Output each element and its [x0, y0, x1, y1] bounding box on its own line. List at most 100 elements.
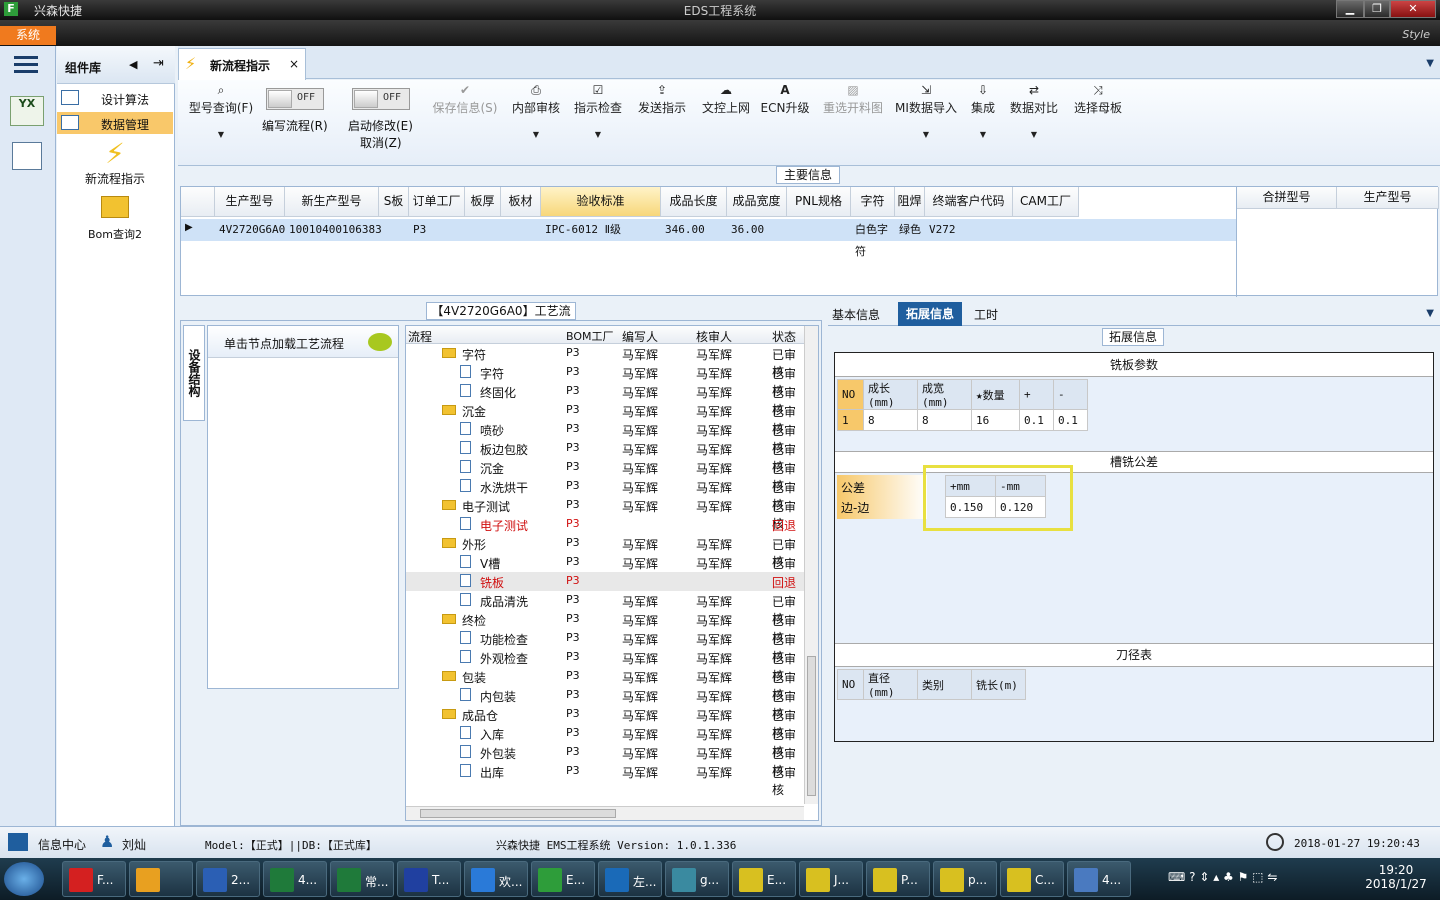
- hamburger-icon[interactable]: [14, 56, 38, 74]
- start-button[interactable]: [4, 862, 44, 896]
- tree-row[interactable]: 外形 P3 马军辉 马军辉 已审核: [406, 534, 806, 569]
- tree-row[interactable]: 沉金 P3 马军辉 马军辉 已审核: [406, 458, 806, 493]
- maximize-button[interactable]: ❐: [1364, 0, 1390, 18]
- main-cell-4[interactable]: [465, 219, 501, 241]
- tab-list-dropdown-icon[interactable]: ▼: [1426, 58, 1434, 69]
- start-edit-toggle[interactable]: OFF: [352, 88, 410, 110]
- main-col-6[interactable]: 验收标准: [541, 187, 661, 217]
- tree-row[interactable]: 电子测试 P3 回退: [406, 515, 806, 534]
- main-col-7[interactable]: 成品长度: [661, 187, 727, 217]
- library-new-flow[interactable]: ⚡ 新流程指示: [57, 138, 173, 188]
- main-col-10[interactable]: 字符: [851, 187, 895, 217]
- mill-cell[interactable]: 8: [917, 409, 972, 431]
- main-cell-0[interactable]: 4V2720G6A0: [215, 219, 285, 241]
- tree-row[interactable]: 沉金 P3 马军辉 马军辉 已审核: [406, 401, 806, 436]
- doc-control-online-button[interactable]: ☁ 文控上网: [698, 80, 754, 166]
- device-structure-tab[interactable]: 设备结构: [183, 325, 205, 421]
- tree-row[interactable]: 成品清洗 P3 马军辉 马军辉 已审核: [406, 591, 806, 626]
- ecn-upgrade-button[interactable]: A ECN升级: [760, 80, 810, 166]
- minimize-button[interactable]: ▁: [1336, 0, 1364, 18]
- taskbar-item[interactable]: g...: [665, 861, 729, 897]
- tree-row[interactable]: 内包装 P3 马军辉 马军辉 已审核: [406, 686, 806, 721]
- taskbar-item[interactable]: F...: [62, 861, 126, 897]
- mill-cell[interactable]: 0.1: [1053, 409, 1088, 431]
- tree-row[interactable]: V槽P3马军辉马军辉已审核: [406, 553, 806, 588]
- tree-row[interactable]: 终检 P3 马军辉 马军辉 已审核: [406, 610, 806, 645]
- tree-row[interactable]: 功能检查 P3 马军辉 马军辉 已审核: [406, 629, 806, 664]
- col-status[interactable]: 状态: [772, 328, 796, 345]
- mill-cell[interactable]: 0.1: [1019, 409, 1054, 431]
- mi-import-button[interactable]: ⇲ MI数据导入 ▼: [892, 80, 960, 166]
- tree-row[interactable]: 板边包胶 P3 马军辉 马军辉 已审核: [406, 439, 806, 474]
- integrate-button[interactable]: ⇩ 集成 ▼: [966, 80, 1000, 166]
- main-cell-6[interactable]: IPC-6012 Ⅱ级: [541, 219, 661, 241]
- tree-row[interactable]: 包装 P3 马军辉 马军辉 已审核: [406, 667, 806, 702]
- main-cell-8[interactable]: 36.00: [727, 219, 787, 241]
- main-cell-2[interactable]: [379, 219, 409, 241]
- taskbar-item[interactable]: 左...: [598, 861, 662, 897]
- main-cell-10[interactable]: 白色字符: [851, 219, 895, 258]
- grid-apps-icon[interactable]: [8, 833, 28, 851]
- tree-row[interactable]: 电子测试 P3 马军辉 马军辉 已审核: [406, 496, 806, 531]
- detail-dropdown-icon[interactable]: ▼: [1426, 308, 1434, 319]
- taskbar-item[interactable]: E...: [531, 861, 595, 897]
- col-flow[interactable]: 流程: [408, 328, 432, 345]
- main-col-4[interactable]: 板厚: [465, 187, 501, 217]
- main-col-13[interactable]: CAM工厂: [1013, 187, 1079, 217]
- main-col-0[interactable]: 生产型号: [215, 187, 285, 217]
- col-bom-factory[interactable]: BOM工厂: [566, 328, 614, 344]
- taskbar-item[interactable]: 4...: [263, 861, 327, 897]
- main-cell-5[interactable]: [501, 219, 541, 241]
- cancel-edit-button[interactable]: 取消(Z): [360, 134, 402, 151]
- main-col-2[interactable]: S板: [379, 187, 409, 217]
- tree-row[interactable]: 终固化 P3 马军辉 马军辉 已审核: [406, 382, 806, 417]
- taskbar-item[interactable]: J...: [799, 861, 863, 897]
- yx-module-icon[interactable]: YX: [10, 96, 44, 126]
- taskbar-item[interactable]: 4...: [1067, 861, 1131, 897]
- horizontal-scrollbar[interactable]: [406, 806, 804, 820]
- collapse-left-icon[interactable]: ◀: [129, 58, 137, 71]
- system-menu[interactable]: 系统: [0, 26, 56, 45]
- main-cell-1[interactable]: 10010400106383: [285, 219, 382, 241]
- tab-work-hours[interactable]: 工时: [974, 306, 998, 323]
- main-info-row[interactable]: ▶ 4V2720G6A0 10010400106383 P3 IPC-6012 Ⅱ级 3…: [181, 219, 1236, 258]
- tree-row[interactable]: 字符 P3 马军辉 马军辉 已审核: [406, 363, 806, 398]
- taskbar-item[interactable]: T...: [397, 861, 461, 897]
- pin-icon[interactable]: ⇥: [153, 56, 164, 71]
- tree-row[interactable]: 喷砂 P3 马军辉 马军辉 已审核: [406, 420, 806, 455]
- main-cell-7[interactable]: 346.00: [661, 219, 727, 241]
- taskbar-item[interactable]: p...: [933, 861, 997, 897]
- main-col-8[interactable]: 成品宽度: [727, 187, 787, 217]
- close-window-button[interactable]: ✕: [1390, 0, 1436, 18]
- main-cell-12[interactable]: V272: [925, 219, 1013, 241]
- taskbar-item[interactable]: 常...: [330, 861, 394, 897]
- mill-cell[interactable]: 8: [863, 409, 918, 431]
- send-instruction-button[interactable]: ⇪ 发送指示: [634, 80, 690, 166]
- internal-review-button[interactable]: ⎙ 内部审核 ▼: [508, 80, 564, 166]
- mill-cell[interactable]: 1: [837, 409, 864, 431]
- taskbar-item[interactable]: 欢...: [464, 861, 528, 897]
- model-query-button[interactable]: ⌕ 型号查询(F) ▼: [182, 80, 260, 166]
- tree-row[interactable]: 水洗烘干 P3 马军辉 马军辉 已审核: [406, 477, 806, 512]
- tree-row[interactable]: 成品仓 P3 马军辉 马军辉 已审核: [406, 705, 806, 740]
- tree-row[interactable]: 字符 P3 马军辉 马军辉 已审核: [406, 344, 806, 379]
- main-cell-13[interactable]: [1013, 219, 1079, 241]
- select-master-board-button[interactable]: ⤨ 选择母板: [1070, 80, 1126, 166]
- taskbar-item[interactable]: C...: [1000, 861, 1064, 897]
- taskbar-clock[interactable]: 19:20 2018/1/27: [1356, 863, 1436, 891]
- tab-basic-info[interactable]: 基本信息: [832, 306, 880, 323]
- main-col-9[interactable]: PNL规格: [787, 187, 851, 217]
- taskbar-item[interactable]: [129, 861, 193, 897]
- tree-row[interactable]: 外包装 P3 马军辉 马军辉 已审核: [406, 743, 806, 778]
- vertical-scrollbar[interactable]: [804, 326, 818, 804]
- instruction-check-button[interactable]: ☑ 指示检查 ▼: [570, 80, 626, 166]
- data-compare-button[interactable]: ⇄ 数据对比 ▼: [1006, 80, 1062, 166]
- tab-extended-info[interactable]: 拓展信息: [898, 302, 962, 326]
- col-writer[interactable]: 编写人: [622, 328, 658, 345]
- main-col-12[interactable]: 终端客户代码: [925, 187, 1013, 217]
- info-center-link[interactable]: 信息中心: [38, 836, 86, 853]
- col-reviewer[interactable]: 核审人: [696, 328, 732, 345]
- close-tab-icon[interactable]: ×: [289, 57, 299, 71]
- library-bom-query[interactable]: Bom查询2: [57, 196, 173, 242]
- main-cell-9[interactable]: [787, 219, 851, 241]
